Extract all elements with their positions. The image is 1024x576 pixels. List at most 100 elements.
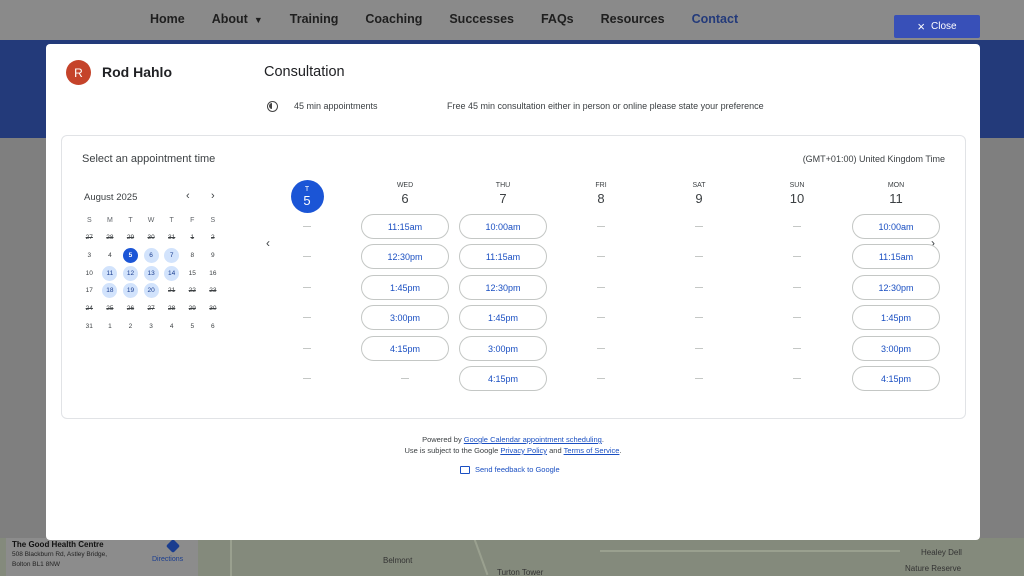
calendar-day-number: 21 <box>168 287 176 295</box>
calendar-day[interactable]: 11 <box>100 264 121 282</box>
calendar-day-number: 30 <box>147 234 155 242</box>
nav-item-about[interactable]: About ▼ <box>212 12 263 26</box>
calendar-day[interactable]: 14 <box>161 264 182 282</box>
calendar-day: 17 <box>79 282 100 300</box>
calendar-day: 25 <box>100 300 121 318</box>
calendar-day-number: 15 <box>188 269 196 277</box>
time-slot-button[interactable]: 4:15pm <box>459 366 547 391</box>
no-slot-dash <box>303 287 311 288</box>
time-slot-button[interactable]: 4:15pm <box>361 336 449 361</box>
nav-item-label: Training <box>289 12 339 26</box>
today-marker[interactable]: T5 <box>290 180 324 213</box>
duration-icon <box>267 101 278 112</box>
calendar-day: 2 <box>203 229 224 247</box>
no-slot-dash <box>597 378 605 379</box>
timezone-label[interactable]: (GMT+01:00) United Kingdom Time <box>803 154 945 164</box>
powered-by-text: Powered by <box>422 435 464 444</box>
nav-item-contact[interactable]: Contact <box>692 12 739 26</box>
calendar-day[interactable]: 5 <box>120 247 141 265</box>
calendar-day[interactable]: 12 <box>120 264 141 282</box>
no-slot-dash <box>597 287 605 288</box>
calendar-day: 1 <box>182 229 203 247</box>
calendar-day: 28 <box>100 229 121 247</box>
mini-calendar-month: August 2025 <box>84 192 138 203</box>
calendar-day-number: 18 <box>102 283 118 299</box>
calendar-day-number: 19 <box>122 283 138 299</box>
booking-modal: R Rod Hahlo Consultation 45 min appointm… <box>46 44 980 540</box>
calendar-day[interactable]: 13 <box>141 264 162 282</box>
avatar: R <box>66 60 91 85</box>
time-slot-button[interactable]: 12:30pm <box>459 275 547 300</box>
calendar-day[interactable]: 20 <box>141 282 162 300</box>
calendar-day-number: 27 <box>147 305 155 313</box>
calendar-day: 30 <box>141 229 162 247</box>
no-slot-dash <box>695 287 703 288</box>
no-slot-dash <box>303 348 311 349</box>
calendar-day-number: 31 <box>85 322 93 330</box>
day-header: SUN 10 <box>752 182 842 206</box>
map-embed[interactable]: Belmont Turton Tower Healey Dell Nature … <box>0 538 1024 576</box>
nav-item-faqs[interactable]: FAQs <box>541 12 574 26</box>
nav-item-label: Resources <box>600 12 665 26</box>
nav-item-coaching[interactable]: Coaching <box>365 12 422 26</box>
calendar-day-number: 2 <box>128 322 133 330</box>
no-slot-dash <box>695 226 703 227</box>
time-slot-button[interactable]: 11:15am <box>361 214 449 239</box>
calendar-day[interactable]: 7 <box>161 247 182 265</box>
privacy-policy-link[interactable]: Privacy Policy <box>500 446 547 455</box>
time-slot-button[interactable]: 12:30pm <box>361 244 449 269</box>
calendar-day-number: 31 <box>168 234 176 242</box>
map-road <box>473 538 489 576</box>
calendar-day: 29 <box>120 229 141 247</box>
day-of-week: SUN <box>789 182 805 189</box>
time-slot-button[interactable]: 1:45pm <box>459 305 547 330</box>
nav-item-successes[interactable]: Successes <box>449 12 514 26</box>
calendar-day: 31 <box>79 317 100 335</box>
nav-item-home[interactable]: Home <box>150 12 185 26</box>
time-slot-button[interactable]: 10:00am <box>459 214 547 239</box>
time-slot-button[interactable]: 3:00pm <box>361 305 449 330</box>
time-slot-button[interactable]: 10:00am <box>852 214 940 239</box>
terms-of-service-link[interactable]: Terms of Service <box>564 446 620 455</box>
calendar-day: 2 <box>120 317 141 335</box>
calendar-day-number: 3 <box>149 322 153 330</box>
calendar-day[interactable]: 19 <box>120 282 141 300</box>
calendar-day-number: 26 <box>126 305 135 313</box>
day-header: MON 11 <box>851 182 941 206</box>
time-slot-button[interactable]: 11:15am <box>459 244 547 269</box>
nav-item-label: Contact <box>691 12 739 26</box>
feedback-icon <box>460 465 470 474</box>
time-slot-button[interactable]: 1:45pm <box>852 305 940 330</box>
close-button[interactable]: × Close <box>894 15 980 38</box>
chevron-left-icon[interactable]: ‹ <box>186 190 190 202</box>
nav-item-training[interactable]: Training <box>290 12 339 26</box>
calendar-day-number: 24 <box>85 305 93 313</box>
time-slot-button[interactable]: 3:00pm <box>459 336 547 361</box>
nav-item-resources[interactable]: Resources <box>601 12 665 26</box>
time-slot-button[interactable]: 4:15pm <box>852 366 940 391</box>
no-slot-dash <box>303 317 311 318</box>
time-slot-button[interactable]: 11:15am <box>852 244 940 269</box>
previous-week-button[interactable]: ‹ <box>266 236 270 250</box>
day-of-week: MON <box>887 182 905 189</box>
day-of-week: WED <box>396 182 414 189</box>
calendar-day-number: 16 <box>209 269 217 277</box>
day-number: 10 <box>789 191 805 206</box>
close-button-label: Close <box>931 21 957 32</box>
chevron-right-icon[interactable]: › <box>211 190 215 202</box>
directions-link[interactable]: Directions <box>152 556 183 563</box>
send-feedback-link[interactable]: Send feedback to Google <box>460 465 560 474</box>
time-slot-button[interactable]: 3:00pm <box>852 336 940 361</box>
calendar-day-number: 29 <box>188 305 196 313</box>
map-label-turton-tower: Turton Tower <box>497 568 544 576</box>
google-calendar-link[interactable]: Google Calendar appointment scheduling <box>464 435 602 444</box>
time-slot-button[interactable]: 12:30pm <box>852 275 940 300</box>
close-icon: × <box>917 18 925 34</box>
time-slot-button[interactable]: 1:45pm <box>361 275 449 300</box>
calendar-day[interactable]: 6 <box>141 247 162 265</box>
map-label-nature-reserve: Nature Reserve <box>905 564 962 573</box>
map-place-card: The Good Health Centre 508 Blackburn Rd,… <box>6 538 198 576</box>
day-number: 6 <box>401 191 409 206</box>
calendar-day: 31 <box>161 229 182 247</box>
calendar-day[interactable]: 18 <box>100 282 121 300</box>
